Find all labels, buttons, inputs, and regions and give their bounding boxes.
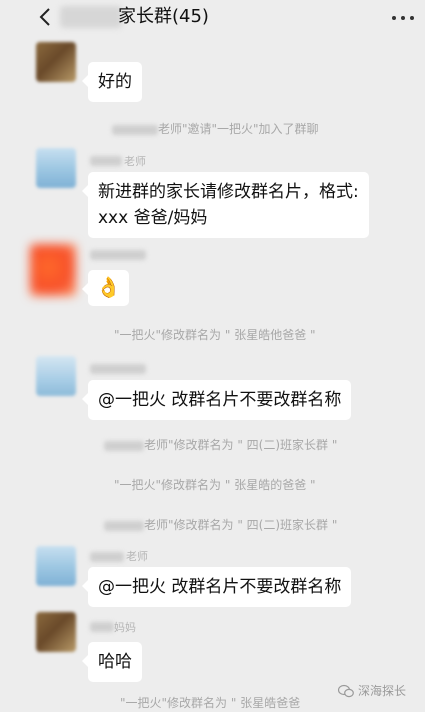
wechat-icon (338, 684, 354, 697)
message-bubble[interactable]: @一把火 改群名片不要改群名称 (81, 567, 352, 607)
sender-name: 老师 (126, 550, 148, 563)
sender-name-blur (90, 364, 146, 374)
avatar[interactable] (36, 612, 76, 652)
chat-header: 家长群(45) (0, 0, 425, 34)
more-dots-icon (392, 16, 396, 20)
system-text: 老师"邀请"一把火"加入了群聊 (158, 122, 319, 136)
message-text: @一把火 改群名片不要改群名称 (98, 390, 342, 410)
message-text-line: 新进群的家长请修改群名片，格式: (98, 182, 359, 202)
message-text: 哈哈 (98, 652, 132, 672)
system-message: "一把火"修改群名为 " 张星皓爸爸 (120, 696, 301, 710)
sender-name: 妈妈 (114, 621, 136, 634)
avatar[interactable] (36, 356, 76, 396)
message-bubble[interactable]: 好的 (82, 62, 142, 102)
watermark-text: 深海探长 (358, 684, 407, 698)
avatar[interactable] (36, 42, 76, 82)
system-message: "一把火"修改群名为 " 张星皓他爸爸 " (114, 328, 316, 342)
system-text: 老师"修改群名为 " 四(二)班家长群 " (144, 518, 338, 532)
system-message: 老师"修改群名为 " 四(二)班家长群 " (104, 436, 337, 453)
blurred-group-name (60, 6, 122, 28)
more-button[interactable] (392, 14, 414, 22)
message-bubble[interactable]: 哈哈 (82, 642, 142, 682)
system-message: "一把火"修改群名为 " 张星皓的爸爸 " (114, 478, 316, 492)
sender-name-blur (90, 552, 124, 562)
watermark: 深海探长 (338, 682, 406, 699)
sender-name-blur (90, 156, 122, 166)
back-button[interactable] (34, 4, 56, 30)
message-text: @一把火 改群名片不要改群名称 (98, 577, 342, 597)
chat-title: 家长群(45) (118, 6, 209, 27)
message-text: 好的 (98, 72, 132, 92)
message-bubble[interactable]: 👌 (82, 270, 129, 306)
ok-hand-emoji: 👌 (96, 275, 121, 299)
sender-name: 老师 (124, 155, 146, 168)
message-bubble[interactable]: @一把火 改群名片不要改群名称 (81, 380, 352, 420)
avatar[interactable] (30, 244, 76, 296)
system-text: 老师"修改群名为 " 四(二)班家长群 " (144, 438, 338, 452)
message-text-line: xxx 爸爸/妈妈 (98, 208, 208, 228)
message-bubble[interactable]: 新进群的家长请修改群名片，格式: xxx 爸爸/妈妈 (82, 172, 369, 238)
system-message: 老师"邀请"一把火"加入了群聊 (112, 120, 319, 137)
avatar[interactable] (36, 148, 76, 188)
chevron-left-icon (39, 8, 50, 26)
sender-name-blur (90, 250, 146, 260)
system-message: 老师"修改群名为 " 四(二)班家长群 " (104, 516, 337, 533)
sender-name-blur (90, 622, 114, 632)
avatar[interactable] (36, 546, 76, 586)
